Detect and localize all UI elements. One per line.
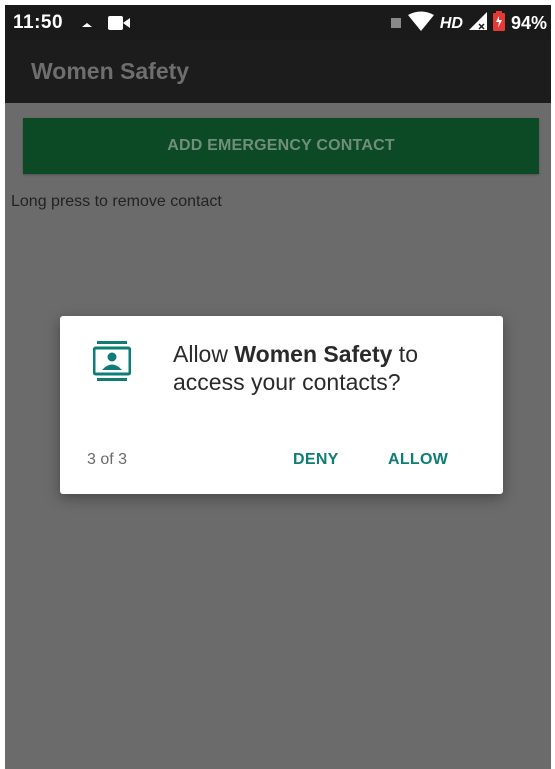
allow-button[interactable]: ALLOW: [388, 451, 448, 469]
cast-icon: [80, 17, 94, 35]
status-notification-icons: [80, 15, 130, 36]
battery-percent: 94%: [510, 13, 547, 33]
hd-label: HD: [439, 14, 463, 32]
battery-icon: [492, 11, 505, 36]
add-emergency-contact-button[interactable]: ADD EMERGENCY CONTACT: [23, 118, 539, 174]
permission-dialog: Allow Women Safety to access your contac…: [60, 316, 503, 494]
app-screen: 11:50 HD 94% Women Safety ADD EMERGENCY …: [5, 5, 551, 769]
permission-message: Allow Women Safety to access your contac…: [173, 340, 483, 396]
status-time: 11:50: [13, 12, 64, 33]
permission-message-prefix: Allow: [173, 341, 235, 367]
sim-icon: [390, 13, 402, 34]
app-bar: Women Safety: [5, 40, 551, 103]
deny-button[interactable]: DENY: [293, 451, 339, 469]
contacts-icon: [92, 341, 132, 383]
status-system-icons: HD 94%: [390, 11, 547, 36]
remove-contact-hint: Long press to remove contact: [11, 193, 222, 210]
permission-counter: 3 of 3: [87, 451, 128, 468]
signal-icon: [468, 12, 487, 35]
video-icon: [108, 15, 130, 36]
wifi-icon: [407, 11, 434, 36]
app-title: Women Safety: [31, 58, 190, 84]
permission-app-name: Women Safety: [234, 341, 393, 367]
status-bar: 11:50 HD 94%: [5, 5, 551, 40]
